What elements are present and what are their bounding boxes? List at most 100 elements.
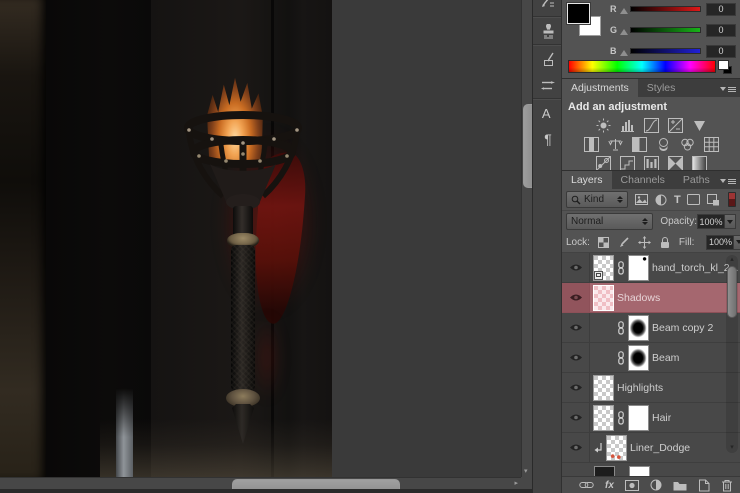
- layer-list-scroll-thumb[interactable]: [727, 266, 737, 318]
- layer-thumbnail[interactable]: [593, 375, 614, 401]
- tab-styles[interactable]: Styles: [638, 79, 685, 97]
- visibility-toggle[interactable]: [562, 433, 590, 462]
- tab-adjustments[interactable]: Adjustments: [562, 79, 638, 97]
- visibility-toggle[interactable]: [562, 373, 590, 402]
- mask-link-icon[interactable]: [617, 411, 625, 425]
- layer-mask-thumbnail[interactable]: [628, 255, 649, 281]
- scroll-down-arrow-icon[interactable]: ▾: [524, 467, 528, 475]
- layer-style-fx-icon[interactable]: fx: [605, 480, 614, 491]
- fill-value[interactable]: 100%: [706, 235, 734, 250]
- layer-mask-thumbnail[interactable]: [628, 345, 649, 371]
- lock-all-icon[interactable]: [659, 235, 671, 249]
- selective-color-icon[interactable]: [668, 156, 683, 171]
- hue-saturation-icon[interactable]: [584, 137, 599, 152]
- red-slider-handle[interactable]: [620, 8, 628, 14]
- lock-position-icon[interactable]: [638, 235, 651, 249]
- brush-presets-icon[interactable]: [533, 46, 563, 72]
- paragraph-panel-icon[interactable]: ¶: [533, 126, 563, 152]
- layer-row-highlights[interactable]: Highlights: [562, 373, 740, 403]
- delete-layer-icon[interactable]: [721, 479, 733, 492]
- kind-filter-dropdown[interactable]: Kind: [566, 191, 628, 208]
- vibrance-icon[interactable]: [692, 118, 707, 133]
- layer-name[interactable]: Beam: [652, 352, 679, 364]
- layer-mask-thumbnail[interactable]: [628, 315, 649, 341]
- mask-link-icon[interactable]: [617, 351, 625, 365]
- canvas-horizontal-scrollbar[interactable]: ▸: [0, 477, 521, 489]
- curves-icon[interactable]: [644, 118, 659, 133]
- layer-row-beam[interactable]: Beam: [562, 343, 740, 373]
- red-value-box[interactable]: 0: [706, 3, 736, 16]
- layer-row-hand-torch[interactable]: hand_torch_kl_2...: [562, 253, 740, 283]
- layer-row-shadows[interactable]: Shadows: [562, 283, 740, 313]
- character-panel-icon[interactable]: A: [533, 100, 563, 126]
- foreground-color-swatch[interactable]: [567, 3, 590, 24]
- tool-presets-icon[interactable]: [533, 72, 563, 98]
- lock-transparent-pixels-icon[interactable]: [598, 235, 609, 249]
- opacity-value[interactable]: 100%: [697, 214, 725, 229]
- document-canvas[interactable]: [0, 0, 332, 477]
- scroll-down-arrow-icon[interactable]: ▾: [726, 444, 738, 452]
- black-and-white-icon[interactable]: [632, 137, 647, 152]
- layer-thumbnail[interactable]: [593, 405, 614, 431]
- channel-mixer-icon[interactable]: [680, 137, 695, 152]
- layer-name[interactable]: Shadows: [617, 292, 660, 304]
- blue-slider[interactable]: [630, 48, 701, 54]
- clone-source-icon[interactable]: [533, 18, 563, 44]
- pixel-layer-filter-icon[interactable]: [634, 193, 648, 207]
- blue-slider-handle[interactable]: [620, 50, 628, 56]
- visibility-toggle[interactable]: [562, 403, 590, 432]
- mask-link-icon[interactable]: [617, 321, 625, 335]
- posterize-icon[interactable]: [620, 156, 635, 171]
- layer-thumbnail[interactable]: [606, 435, 627, 461]
- layer-row-liner-dodge[interactable]: Liner_Dodge: [562, 433, 740, 463]
- levels-icon[interactable]: [620, 118, 635, 133]
- blend-mode-dropdown[interactable]: Normal: [566, 213, 653, 230]
- color-balance-icon[interactable]: [608, 137, 623, 152]
- panel-menu-icon[interactable]: [720, 176, 736, 186]
- visibility-toggle[interactable]: [562, 343, 590, 372]
- layer-row-beam-copy-2[interactable]: Beam copy 2: [562, 313, 740, 343]
- layer-thumbnail[interactable]: [593, 255, 614, 281]
- lock-image-pixels-icon[interactable]: [617, 235, 630, 249]
- exposure-icon[interactable]: [668, 118, 683, 133]
- layer-name[interactable]: Beam copy 2: [652, 322, 713, 334]
- scroll-up-arrow-icon[interactable]: ▴: [726, 256, 738, 264]
- adjustment-layer-filter-icon[interactable]: [654, 193, 668, 207]
- layer-row-hair[interactable]: Hair: [562, 403, 740, 433]
- scroll-right-arrow-icon[interactable]: ▸: [514, 479, 518, 487]
- type-layer-filter-icon[interactable]: T: [674, 194, 681, 206]
- canvas-vertical-scrollbar[interactable]: ▾: [521, 0, 532, 477]
- color-lookup-icon[interactable]: [704, 137, 719, 152]
- mask-link-icon[interactable]: [617, 261, 625, 275]
- visibility-toggle[interactable]: [562, 313, 590, 342]
- opacity-dropdown-arrow[interactable]: [725, 214, 736, 229]
- green-slider[interactable]: [630, 27, 701, 33]
- layer-thumbnail[interactable]: [593, 285, 614, 311]
- blue-value-box[interactable]: 0: [706, 45, 736, 58]
- green-slider-handle[interactable]: [620, 29, 628, 35]
- visibility-toggle[interactable]: [562, 253, 590, 282]
- tab-paths[interactable]: Paths: [674, 171, 719, 189]
- red-slider[interactable]: [630, 6, 701, 12]
- visibility-toggle[interactable]: [562, 283, 590, 312]
- fill-dropdown-arrow[interactable]: [734, 235, 740, 250]
- new-group-icon[interactable]: [673, 480, 687, 491]
- layer-list-scrollbar[interactable]: ▴ ▾: [726, 255, 738, 453]
- tab-layers[interactable]: Layers: [562, 171, 612, 189]
- white-swatch[interactable]: [718, 60, 729, 70]
- layer-name[interactable]: Liner_Dodge: [630, 442, 690, 454]
- shape-layer-filter-icon[interactable]: [687, 193, 701, 207]
- vertical-scroll-thumb[interactable]: [523, 104, 532, 188]
- invert-icon[interactable]: [596, 156, 611, 171]
- layer-name[interactable]: Highlights: [617, 382, 663, 394]
- color-spectrum-ramp[interactable]: [568, 60, 716, 73]
- panel-menu-icon[interactable]: [720, 84, 736, 94]
- layer-name[interactable]: Hair: [652, 412, 671, 424]
- brush-panel-icon[interactable]: [533, 0, 563, 16]
- gradient-map-icon[interactable]: [692, 156, 707, 171]
- new-layer-icon[interactable]: [698, 479, 710, 492]
- smart-object-filter-icon[interactable]: [707, 193, 721, 207]
- layer-row-partial[interactable]: [562, 463, 740, 476]
- tab-channels[interactable]: Channels: [612, 171, 674, 189]
- layer-mask-thumbnail[interactable]: [628, 405, 649, 431]
